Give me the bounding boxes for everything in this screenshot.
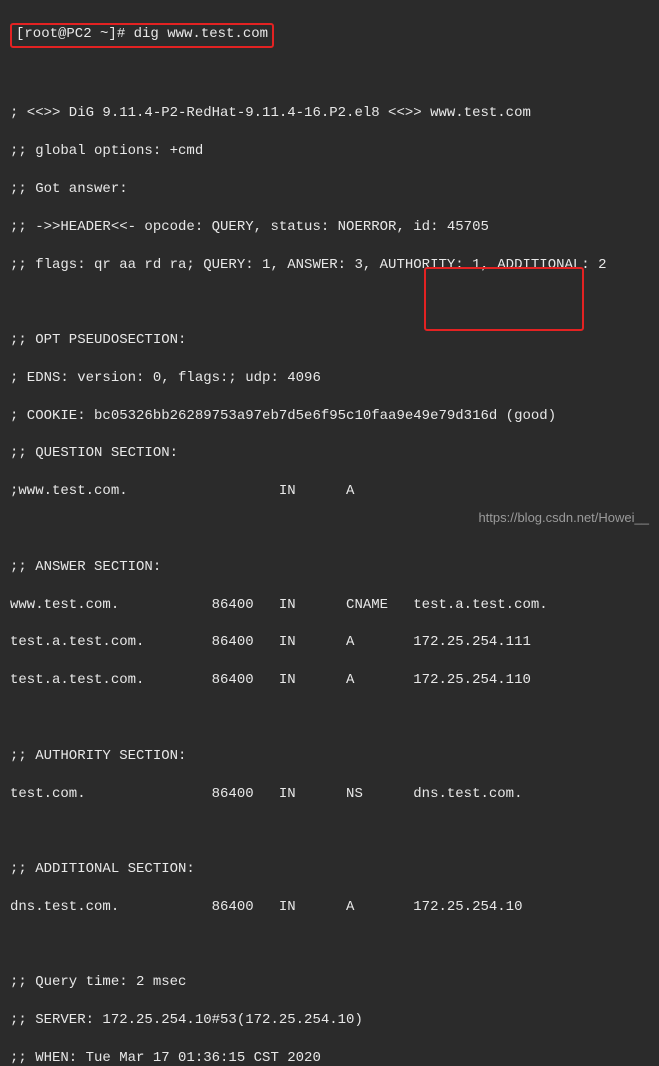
output-line: [10, 293, 649, 312]
output-line: ; COOKIE: bc05326bb26289753a97eb7d5e6f95…: [10, 407, 649, 426]
command-highlight: [root@PC2 ~]# dig www.test.com: [10, 23, 274, 48]
output-line: ;www.test.com. IN A: [10, 482, 649, 501]
output-line: ;; SERVER: 172.25.254.10#53(172.25.254.1…: [10, 1011, 649, 1030]
output-line: ;; ANSWER SECTION:: [10, 558, 649, 577]
authority-line: test.com. 86400 IN NS dns.test.com.: [10, 785, 649, 804]
output-line: ;; WHEN: Tue Mar 17 01:36:15 CST 2020: [10, 1049, 649, 1066]
output-line: ;; QUESTION SECTION:: [10, 444, 649, 463]
answer-line-a-2: test.a.test.com. 86400 IN A 172.25.254.1…: [10, 671, 649, 690]
output-line: ;; AUTHORITY SECTION:: [10, 747, 649, 766]
shell-prompt-command: [root@PC2 ~]# dig www.test.com: [16, 26, 268, 42]
output-line: [10, 709, 649, 728]
output-line: ;; ADDITIONAL SECTION:: [10, 860, 649, 879]
output-line: ; EDNS: version: 0, flags:; udp: 4096: [10, 369, 649, 388]
output-line: [10, 822, 649, 841]
output-line: ;; OPT PSEUDOSECTION:: [10, 331, 649, 350]
watermark-text: https://blog.csdn.net/Howei__: [478, 509, 649, 527]
output-line: ;; Got answer:: [10, 180, 649, 199]
additional-line: dns.test.com. 86400 IN A 172.25.254.10: [10, 898, 649, 917]
output-line: ;; Query time: 2 msec: [10, 973, 649, 992]
output-line: ; <<>> DiG 9.11.4-P2-RedHat-9.11.4-16.P2…: [10, 104, 649, 123]
terminal-output: [root@PC2 ~]# dig www.test.com ; <<>> Di…: [0, 0, 659, 1066]
answer-line-cname: www.test.com. 86400 IN CNAME test.a.test…: [10, 596, 649, 615]
output-line: ;; ->>HEADER<<- opcode: QUERY, status: N…: [10, 218, 649, 237]
output-line: ;; flags: qr aa rd ra; QUERY: 1, ANSWER:…: [10, 256, 649, 275]
output-line: [10, 67, 649, 86]
answer-line-a-1: test.a.test.com. 86400 IN A 172.25.254.1…: [10, 633, 649, 652]
output-line: ;; global options: +cmd: [10, 142, 649, 161]
output-line: [10, 936, 649, 955]
